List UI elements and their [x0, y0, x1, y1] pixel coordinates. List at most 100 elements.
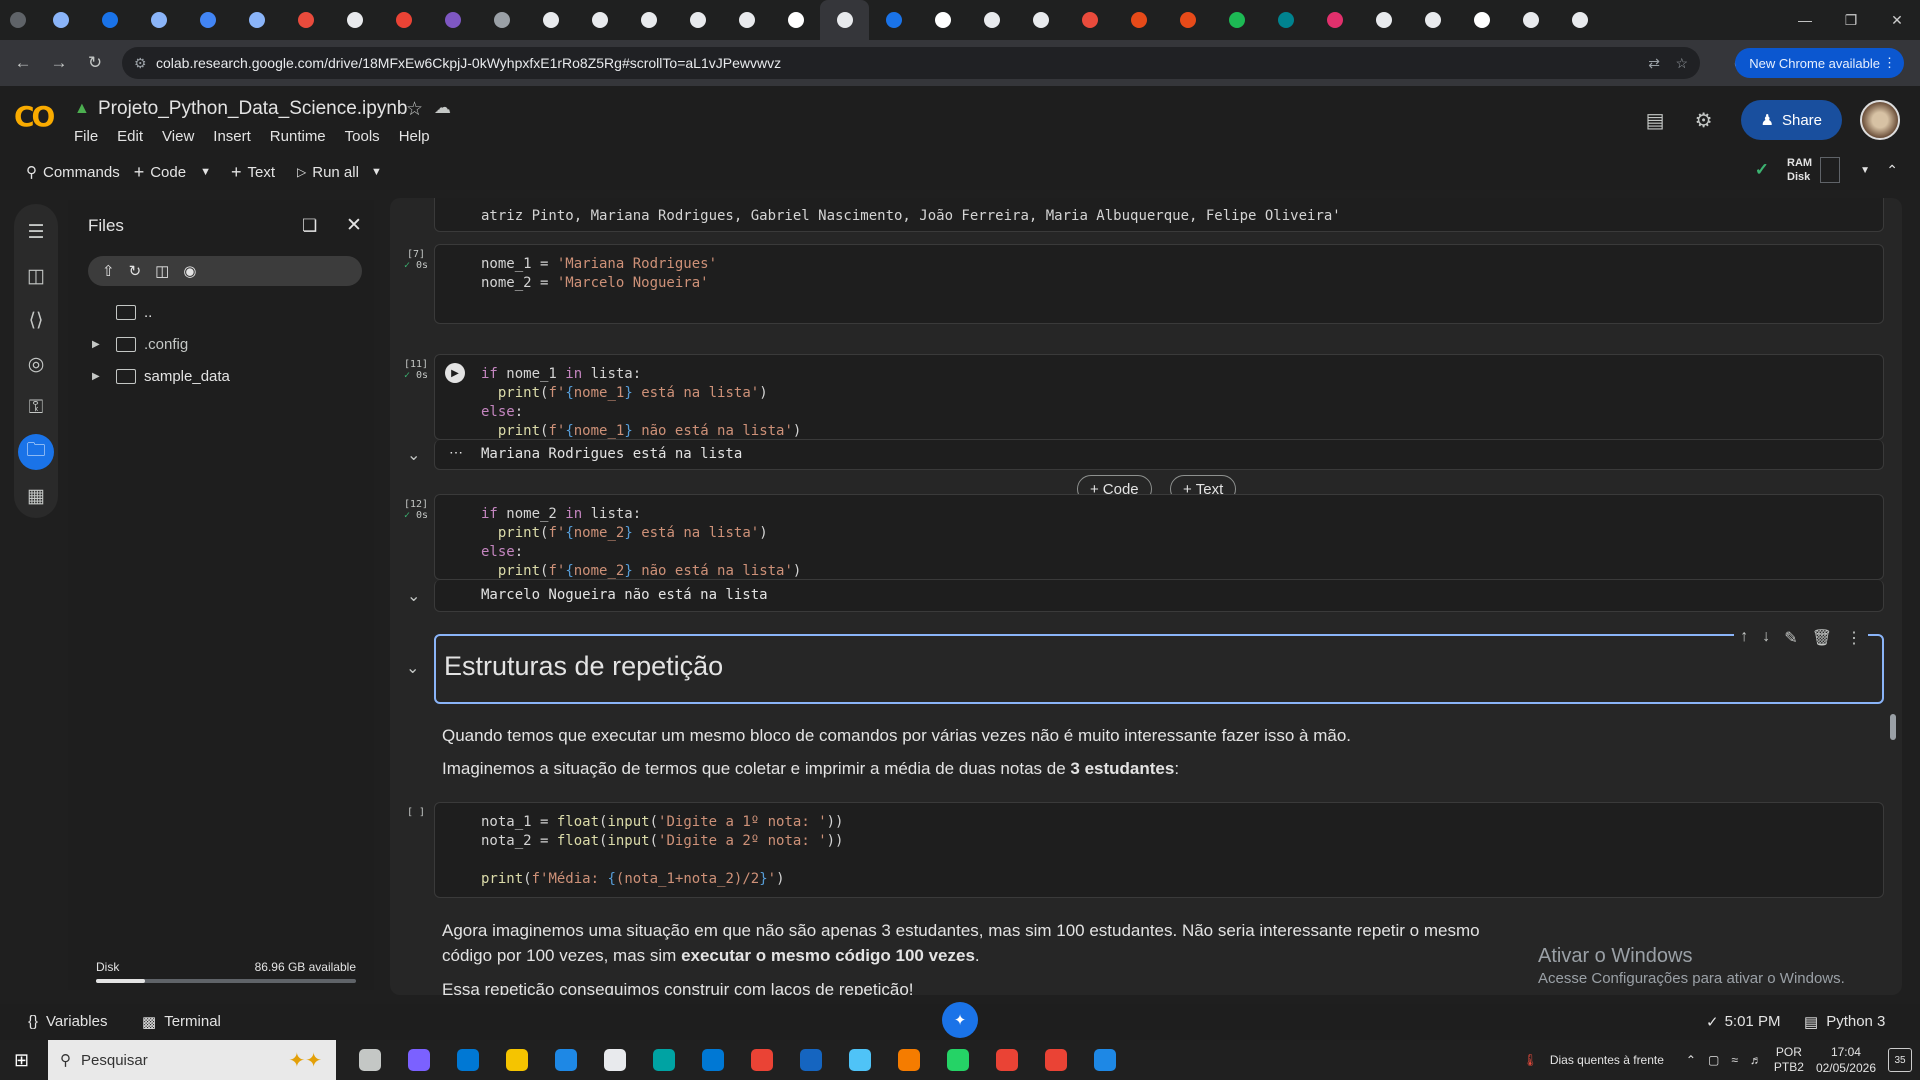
add-code-button[interactable]: + Code — [134, 162, 186, 183]
taskbar-search[interactable]: ⚲ Pesquisar ✦✦ — [48, 1040, 336, 1080]
taskbar-app-icon[interactable] — [688, 1040, 737, 1080]
taskbar-app-icon[interactable] — [590, 1040, 639, 1080]
gemini-icon[interactable]: ✦ — [942, 1002, 978, 1038]
menu-file[interactable]: File — [74, 128, 98, 145]
new-chrome-available-button[interactable]: New Chrome available ⋮ — [1735, 48, 1904, 78]
browser-tab[interactable] — [1212, 0, 1261, 40]
browser-tab[interactable] — [134, 0, 183, 40]
taskbar-app-icon[interactable] — [884, 1040, 933, 1080]
taskbar-app-icon[interactable] — [541, 1040, 590, 1080]
run-all-button[interactable]: ▷ Run all — [297, 164, 359, 181]
edit-pencil-icon[interactable]: ✎ — [1784, 628, 1797, 648]
expand-arrow-icon[interactable]: ▶ — [92, 371, 108, 382]
file-tree-item-config[interactable]: ▶ .config — [92, 328, 230, 360]
browser-tab[interactable] — [820, 0, 869, 40]
variables-inspector-icon[interactable]: ◎ — [18, 346, 54, 382]
file-tree-item-sample-data[interactable]: ▶ sample_data — [92, 360, 230, 392]
more-options-icon[interactable]: ⋮ — [1846, 628, 1862, 648]
upload-icon[interactable]: ⇧ — [102, 262, 115, 280]
colab-logo[interactable]: CO — [14, 100, 55, 133]
browser-tab[interactable] — [428, 0, 477, 40]
output-actions-icon[interactable]: ⋯ — [449, 444, 463, 461]
comments-icon[interactable]: ▤ — [1646, 108, 1665, 133]
url-field[interactable]: ⚙ colab.research.google.com/drive/18MFxE… — [122, 47, 1700, 79]
resources-indicator[interactable]: ✓ RAM Disk ▼ — [1755, 156, 1870, 184]
taskbar-app-icon[interactable] — [737, 1040, 786, 1080]
back-icon[interactable]: ← — [8, 48, 38, 78]
browser-tab[interactable] — [36, 0, 85, 40]
browser-tab[interactable] — [379, 0, 428, 40]
run-cell-play-icon[interactable]: ▶ — [445, 363, 465, 383]
toc-icon[interactable]: ☰ — [18, 214, 54, 250]
browser-tab[interactable] — [477, 0, 526, 40]
browser-tab[interactable] — [330, 0, 379, 40]
share-button[interactable]: ♟ Share — [1740, 100, 1842, 140]
files-folder-icon[interactable]: 🗀 — [18, 434, 54, 470]
runtime-indicator[interactable]: ▤ Python 3 — [1804, 1013, 1885, 1031]
menu-runtime[interactable]: Runtime — [270, 128, 326, 145]
star-icon[interactable]: ☆ — [406, 98, 423, 121]
taskbar-app-icon[interactable] — [933, 1040, 982, 1080]
browser-tab[interactable] — [1457, 0, 1506, 40]
collapse-output-icon[interactable]: ⌄ — [407, 586, 420, 606]
minimize-icon[interactable]: — — [1782, 0, 1828, 40]
taskbar-app-icon[interactable] — [492, 1040, 541, 1080]
close-window-icon[interactable]: ✕ — [1874, 0, 1920, 40]
menu-tools[interactable]: Tools — [345, 128, 380, 145]
add-text-button[interactable]: + Text — [231, 162, 275, 183]
browser-tab[interactable] — [183, 0, 232, 40]
code-cell-list[interactable]: atriz Pinto, Mariana Rodrigues, Gabriel … — [434, 198, 1884, 232]
browser-tab[interactable] — [918, 0, 967, 40]
code-snippets-icon[interactable]: ⟨⟩ — [18, 302, 54, 338]
code-cell-empty[interactable]: [ ] nota_1 = float(input('Digite a 1º no… — [407, 802, 1884, 898]
code-cell-12[interactable]: [12] ✓ 0s if nome_2 in lista: print(f'{no… — [404, 494, 1884, 580]
taskbar-app-icon[interactable] — [1031, 1040, 1080, 1080]
open-in-window-icon[interactable]: ❏ — [302, 216, 317, 236]
mount-drive-icon[interactable]: ◫ — [155, 262, 169, 280]
show-hidden-eye-icon[interactable]: ◉ — [183, 262, 196, 280]
browser-tab[interactable] — [1555, 0, 1604, 40]
taskbar-app-icon[interactable] — [394, 1040, 443, 1080]
restore-icon[interactable]: ❐ — [1828, 0, 1874, 40]
data-table-icon[interactable]: ▦ — [18, 478, 54, 514]
battery-icon[interactable]: ▢ — [1708, 1053, 1719, 1067]
browser-tab[interactable] — [1408, 0, 1457, 40]
refresh-icon[interactable]: ↻ — [129, 262, 142, 280]
last-run-status[interactable]: ✓ 5:01 PM — [1706, 1013, 1780, 1031]
commands-button[interactable]: ⚲ Commands — [26, 163, 120, 182]
browser-tab[interactable] — [967, 0, 1016, 40]
browser-tab[interactable] — [869, 0, 918, 40]
taskbar-app-icon[interactable] — [345, 1040, 394, 1080]
close-panel-icon[interactable]: ✕ — [346, 214, 362, 237]
find-replace-icon[interactable]: ◫ — [18, 258, 54, 294]
browser-tab[interactable] — [232, 0, 281, 40]
variables-button[interactable]: {} Variables — [28, 1013, 107, 1030]
terminal-button[interactable]: ▩ Terminal — [142, 1013, 221, 1031]
file-tree-item-parent[interactable]: .. — [92, 296, 230, 328]
browser-tab[interactable] — [673, 0, 722, 40]
menu-edit[interactable]: Edit — [117, 128, 143, 145]
browser-tab[interactable] — [85, 0, 134, 40]
wifi-icon[interactable]: ≈ — [1731, 1053, 1738, 1067]
site-info-icon[interactable]: ⚙ — [134, 55, 147, 72]
forward-icon[interactable]: → — [44, 48, 74, 78]
scrollbar-thumb[interactable] — [1890, 714, 1896, 740]
taskbar-app-icon[interactable] — [786, 1040, 835, 1080]
menu-help[interactable]: Help — [399, 128, 430, 145]
windows-start-icon[interactable]: ⊞ — [14, 1050, 29, 1071]
delete-trash-icon[interactable]: 🗑 — [1812, 628, 1832, 648]
browser-tab[interactable] — [0, 0, 36, 40]
taskbar-app-icon[interactable] — [982, 1040, 1031, 1080]
settings-gear-icon[interactable]: ⚙ — [1695, 108, 1713, 133]
translate-icon[interactable]: ⇄ — [1648, 55, 1660, 72]
browser-tab[interactable] — [1163, 0, 1212, 40]
move-down-icon[interactable]: ↓ — [1762, 628, 1770, 648]
browser-tab[interactable] — [624, 0, 673, 40]
taskbar-app-icon[interactable] — [1080, 1040, 1129, 1080]
account-avatar[interactable] — [1860, 100, 1900, 140]
browser-tab[interactable] — [722, 0, 771, 40]
browser-tab[interactable] — [1310, 0, 1359, 40]
secrets-key-icon[interactable]: ⚿ — [18, 390, 54, 426]
code-cell-11[interactable]: [11] ✓ 0s ▶ if nome_1 in lista: print(f'{… — [404, 354, 1884, 440]
browser-tab[interactable] — [1016, 0, 1065, 40]
